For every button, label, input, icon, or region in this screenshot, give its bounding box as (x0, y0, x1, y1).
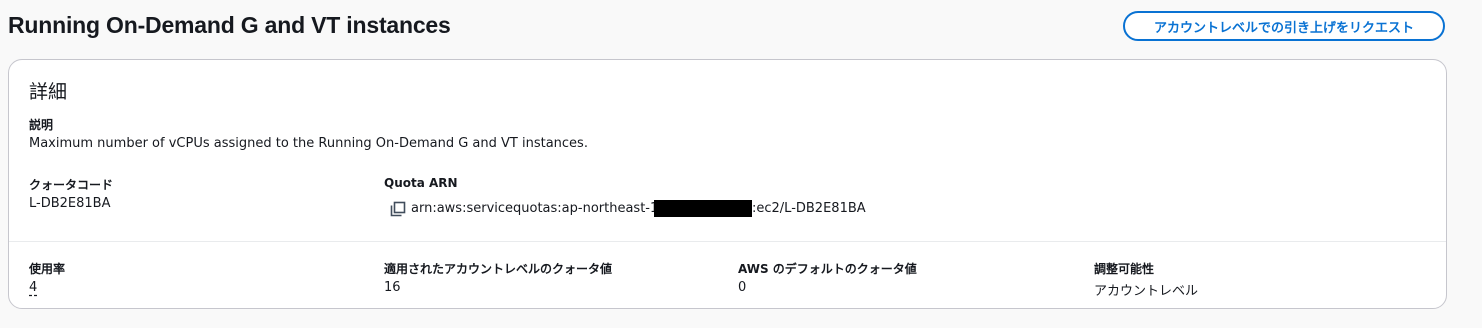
default-quota-label: AWS のデフォルトのクォータ値 (738, 262, 917, 276)
adjustability-label: 調整可能性 (1094, 262, 1155, 276)
quota-arn-label: Quota ARN (384, 176, 458, 190)
arn-account-redaction (654, 200, 752, 217)
details-card: 詳細 説明 Maximum number of vCPUs assigned t… (8, 59, 1447, 309)
request-increase-button[interactable]: アカウントレベルでの引き上げをリクエスト (1123, 11, 1445, 41)
description-value: Maximum number of vCPUs assigned to the … (29, 136, 588, 151)
usage-label: 使用率 (29, 262, 66, 276)
card-title: 詳細 (29, 81, 68, 103)
copy-icon-graphic (390, 201, 406, 217)
description-label: 説明 (29, 118, 54, 132)
quota-code-label: クォータコード (29, 178, 114, 192)
quota-arn-suffix: :ec2/L-DB2E81BA (752, 201, 866, 216)
copy-icon[interactable] (390, 201, 406, 217)
quota-arn-prefix: arn:aws:servicequotas:ap-northeast-1: (411, 201, 663, 216)
section-divider (9, 241, 1446, 242)
applied-quota-label: 適用されたアカウントレベルのクォータ値 (384, 262, 613, 276)
applied-quota-value: 16 (384, 280, 401, 295)
usage-value[interactable]: 4 (29, 280, 37, 295)
page-title: Running On-Demand G and VT instances (8, 12, 451, 38)
default-quota-value: 0 (738, 280, 747, 295)
quota-code-value: L-DB2E81BA (29, 196, 111, 211)
adjustability-value: アカウントレベル (1094, 284, 1199, 299)
